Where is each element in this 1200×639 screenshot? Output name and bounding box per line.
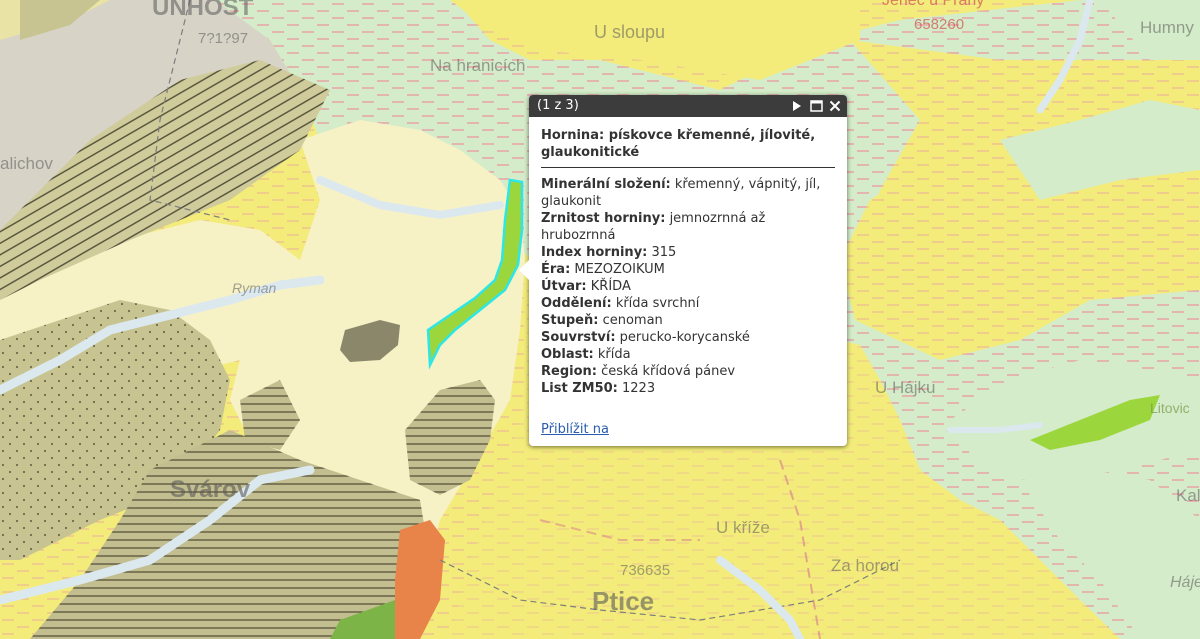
attribute-list: Minerální složení: křemenný, vápnitý, jí…: [541, 176, 835, 397]
attribute-row: Souvrství: perucko-korycanské: [541, 329, 835, 346]
close-icon: [829, 100, 841, 112]
attribute-value: křída svrchní: [615, 296, 700, 311]
attribute-label: Útvar:: [541, 279, 587, 294]
attribute-value: křída: [597, 347, 631, 362]
attribute-label: Zrnitost horniny:: [541, 211, 666, 226]
close-button[interactable]: [827, 98, 843, 114]
attribute-row: Éra: MEZOZOIKUM: [541, 261, 835, 278]
attribute-row: Zrnitost horniny: jemnozrnná až hrubozrn…: [541, 210, 835, 244]
attribute-row: List ZM50: 1223: [541, 380, 835, 397]
popup-counter: (1 z 3): [537, 98, 579, 113]
popup-buttons: [789, 95, 843, 117]
popup-titlebar: (1 z 3): [529, 95, 847, 117]
maximize-icon: [809, 100, 823, 112]
maximize-button[interactable]: [808, 98, 824, 114]
attribute-label: Index horniny:: [541, 245, 648, 260]
attribute-row: Stupeň: cenoman: [541, 312, 835, 329]
attribute-row: Oddělení: křída svrchní: [541, 295, 835, 312]
attribute-row: Minerální složení: křemenný, vápnitý, jí…: [541, 176, 835, 210]
attribute-label: Éra:: [541, 262, 571, 277]
popup-body: Hornina: pískovce křemenné, jílovité, gl…: [529, 117, 847, 438]
zoom-to-link[interactable]: Přiblížit na: [541, 421, 609, 438]
popup-header: Hornina: pískovce křemenné, jílovité, gl…: [541, 127, 835, 168]
attribute-row: Útvar: KŘÍDA: [541, 278, 835, 295]
attribute-value: cenoman: [602, 313, 663, 328]
attribute-row: Oblast: křída: [541, 346, 835, 363]
attribute-value: KŘÍDA: [590, 279, 631, 294]
attribute-label: Souvrství:: [541, 330, 616, 345]
attribute-label: Minerální složení:: [541, 177, 671, 192]
header-label: Hornina:: [541, 128, 605, 143]
attribute-value: česká křídová pánev: [601, 364, 736, 379]
attribute-value: 1223: [622, 381, 656, 396]
popup-pointer: [519, 260, 529, 280]
attribute-label: Oblast:: [541, 347, 594, 362]
identify-popup: (1 z 3) Hornina: pískovce křemenné, jílo…: [519, 95, 847, 446]
attribute-label: Region:: [541, 364, 597, 379]
attribute-value: 315: [651, 245, 677, 260]
attribute-value: perucko-korycanské: [619, 330, 750, 345]
attribute-row: Index horniny: 315: [541, 244, 835, 261]
next-feature-button[interactable]: [789, 98, 805, 114]
play-icon: [793, 101, 801, 111]
attribute-label: Oddělení:: [541, 296, 612, 311]
attribute-value: MEZOZOIKUM: [574, 262, 665, 277]
attribute-row: Region: česká křídová pánev: [541, 363, 835, 380]
attribute-label: List ZM50:: [541, 381, 618, 396]
attribute-label: Stupeň:: [541, 313, 599, 328]
